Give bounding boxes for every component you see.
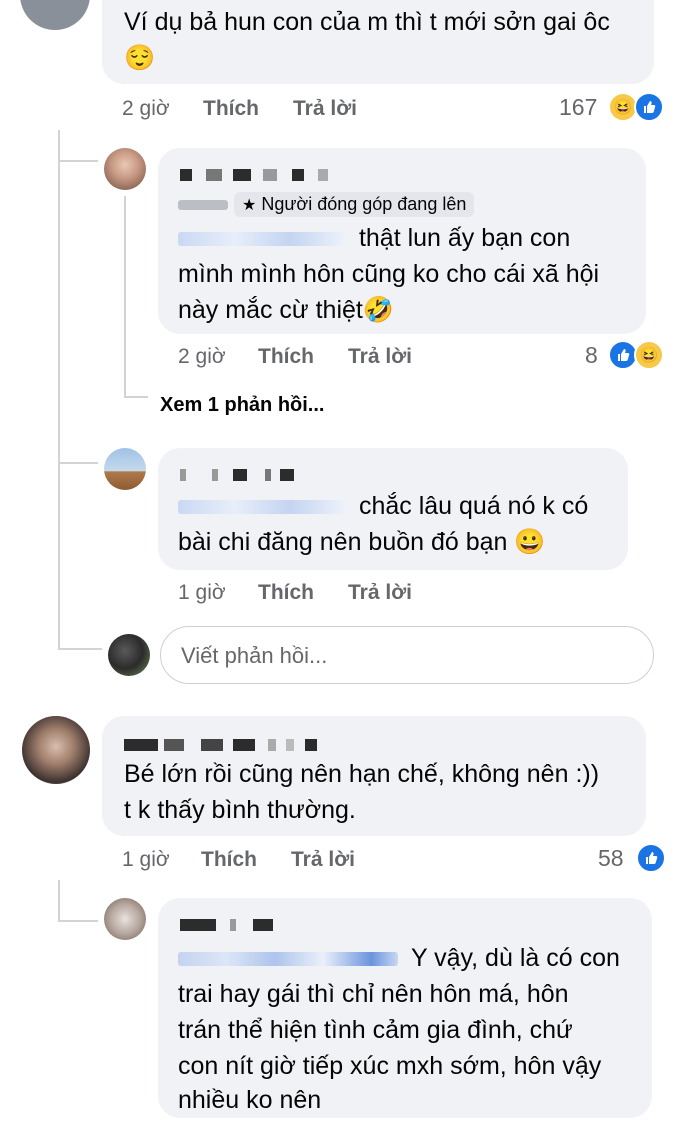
like-button[interactable]: Thích: [203, 97, 259, 121]
commenter-name[interactable]: [180, 166, 329, 184]
thread-branch: [58, 920, 98, 922]
avatar[interactable]: [104, 448, 146, 490]
reply-input[interactable]: Viết phản hồi...: [160, 626, 654, 684]
reply-bubble: chắc lâu quá nó k có bài chi đăng nên bu…: [158, 448, 628, 570]
comment-emoji: 😌: [124, 44, 156, 72]
comment-bubble: Bé lớn rồi cũng nên hạn chế, không nên :…: [102, 716, 646, 836]
thread-branch: [58, 462, 98, 464]
like-button[interactable]: Thích: [201, 848, 257, 872]
reply-text: trai hay gái thì chỉ nên hôn má, hôn: [178, 980, 569, 1008]
reply-text: con nít giờ tiếp xúc mxh sớm, hôn vậy: [178, 1052, 602, 1080]
like-icon: [634, 92, 664, 122]
comment-text: t k thấy bình thường.: [124, 796, 356, 824]
view-more-replies[interactable]: Xem 1 phản hồi...: [160, 394, 324, 417]
like-button[interactable]: Thích: [258, 345, 314, 369]
commenter-name[interactable]: [180, 916, 273, 934]
reply-button[interactable]: Trả lời: [293, 97, 357, 121]
like-button[interactable]: Thích: [258, 581, 314, 605]
comment-text: Bé lớn rồi cũng nên hạn chế, không nên :…: [124, 760, 600, 788]
reply-text: này mắc cừ thiệt🤣: [178, 296, 394, 324]
haha-icon: 😆: [634, 340, 664, 370]
reply-button[interactable]: Trả lời: [291, 848, 355, 872]
reaction-count[interactable]: 58: [598, 845, 624, 872]
reply-button[interactable]: Trả lời: [348, 345, 412, 369]
reply-text: trán thể hiện tình cảm gia đình, chứ: [178, 1016, 573, 1044]
tagged-user[interactable]: [178, 500, 346, 515]
blurred-name: [178, 199, 228, 210]
reply-text: mình mình hôn cũng ko cho cái xã hội: [178, 260, 600, 288]
reply-text: nhiều ko nên: [178, 1086, 322, 1114]
comment-time[interactable]: 1 giờ: [122, 848, 170, 872]
comment-bubble: Ví dụ bả hun con của m thì t mới sởn gai…: [102, 0, 654, 84]
reply-button[interactable]: Trả lời: [348, 581, 412, 605]
commenter-name[interactable]: [180, 466, 294, 484]
thread-branch: [124, 396, 148, 398]
star-icon: ★: [242, 196, 257, 214]
tagged-user[interactable]: [178, 952, 398, 967]
thread-branch: [58, 160, 98, 162]
thread-line: [58, 880, 60, 920]
avatar[interactable]: [104, 898, 146, 940]
reply-text: chắc lâu quá nó k có: [358, 492, 589, 520]
avatar[interactable]: [20, 0, 90, 30]
like-icon: [636, 843, 666, 873]
reply-bubble: ★ Người đóng góp đang lên thật lun ấy bạ…: [158, 148, 646, 334]
comment-time[interactable]: 2 giờ: [122, 97, 170, 121]
reply-text: bài chi đăng nên buồn đó bạn 😀: [178, 528, 546, 556]
commenter-name[interactable]: [124, 736, 317, 754]
reply-text: Y vậy, dù là có con: [410, 944, 620, 972]
contributor-badge-row: ★ Người đóng góp đang lên: [178, 192, 475, 217]
reply-bubble: Y vậy, dù là có con trai hay gái thì chỉ…: [158, 898, 652, 1118]
avatar[interactable]: [22, 716, 90, 784]
reaction-count[interactable]: 167: [559, 94, 597, 121]
avatar[interactable]: [104, 148, 146, 190]
contributor-badge: ★ Người đóng góp đang lên: [234, 192, 475, 217]
reply-text: thật lun ấy bạn con: [358, 224, 571, 252]
thread-line: [124, 196, 126, 396]
tagged-user[interactable]: [178, 232, 346, 247]
reply-time[interactable]: 2 giờ: [178, 345, 226, 369]
thread-line: [58, 130, 60, 650]
reply-input-placeholder: Viết phản hồi...: [181, 643, 328, 668]
current-user-avatar[interactable]: [108, 634, 150, 676]
thread-branch: [58, 648, 102, 650]
comment-text: Ví dụ bả hun con của m thì t mới sởn gai…: [124, 8, 610, 36]
reaction-count[interactable]: 8: [585, 342, 598, 369]
badge-label: Người đóng góp đang lên: [261, 194, 467, 214]
reply-time[interactable]: 1 giờ: [178, 581, 226, 605]
